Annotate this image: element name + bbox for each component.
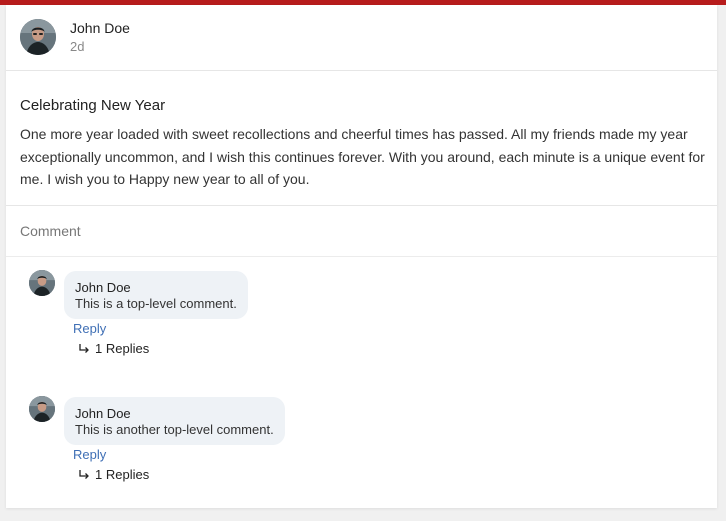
post-text: One more year loaded with sweet recollec…	[20, 126, 705, 187]
reply-arrow-icon	[79, 343, 89, 353]
comment-input[interactable]	[20, 223, 700, 239]
post-author-name[interactable]: John Doe	[70, 20, 130, 36]
replies-count: 1 Replies	[95, 341, 150, 356]
avatar-photo-icon	[29, 270, 55, 296]
comment-bubble: John Doe This is another top-level comme…	[64, 397, 285, 445]
author-avatar[interactable]	[20, 19, 56, 55]
reply-link[interactable]: Reply	[73, 321, 106, 336]
post-card: John Doe 2d Celebrating New Year One mor…	[6, 5, 717, 508]
post-timestamp: 2d	[70, 39, 85, 54]
comment-avatar[interactable]	[29, 270, 55, 296]
post-header: John Doe 2d	[6, 5, 717, 71]
comment-bubble: John Doe This is a top-level comment.	[64, 271, 248, 319]
comment-text: This is another top-level comment.	[75, 422, 274, 437]
avatar-photo-icon	[20, 19, 56, 55]
reply-arrow-icon	[79, 469, 89, 479]
comment-composer	[6, 206, 717, 257]
replies-count: 1 Replies	[95, 467, 150, 482]
comment-author[interactable]: John Doe	[75, 406, 274, 422]
view-replies-button[interactable]: 1 Replies	[78, 467, 149, 482]
view-replies-button[interactable]: 1 Replies	[78, 341, 149, 356]
reply-link[interactable]: Reply	[73, 447, 106, 462]
comment-avatar[interactable]	[29, 396, 55, 422]
comment-text: This is a top-level comment.	[75, 296, 237, 311]
post-content: Celebrating New Year One more year loade…	[6, 71, 717, 206]
post-title: Celebrating New Year	[20, 97, 166, 114]
comment-author[interactable]: John Doe	[75, 280, 237, 296]
avatar-photo-icon	[29, 396, 55, 422]
